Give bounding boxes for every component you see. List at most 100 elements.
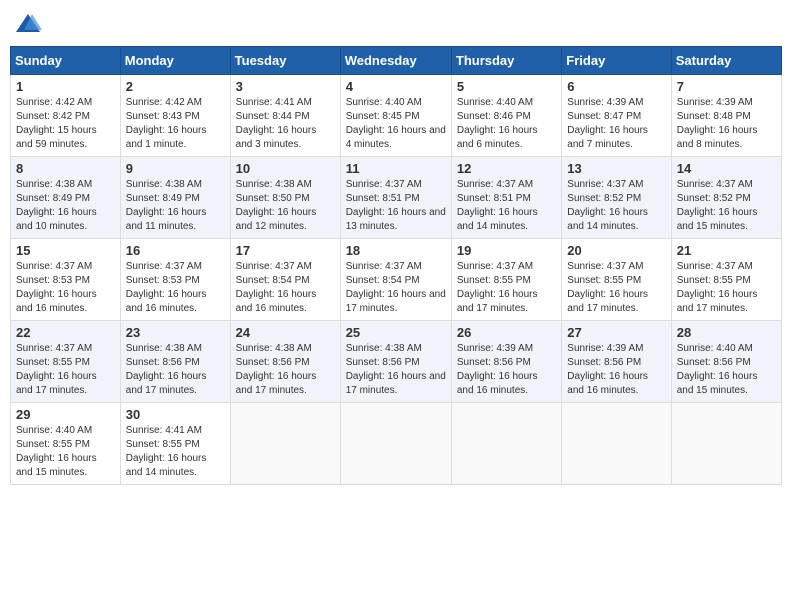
table-row: 20 Sunrise: 4:37 AMSunset: 8:55 PMDayligh… xyxy=(562,239,671,321)
table-row: 1 Sunrise: 4:42 AMSunset: 8:42 PMDaylight… xyxy=(11,75,121,157)
day-number: 27 xyxy=(567,325,665,340)
cell-info: Sunrise: 4:37 AMSunset: 8:51 PMDaylight:… xyxy=(346,179,446,232)
col-saturday: Saturday xyxy=(671,47,781,75)
table-row: 24 Sunrise: 4:38 AMSunset: 8:56 PMDayligh… xyxy=(230,321,340,403)
cell-info: Sunrise: 4:41 AMSunset: 8:44 PMDaylight:… xyxy=(236,97,317,150)
day-number: 3 xyxy=(236,79,335,94)
table-row xyxy=(340,403,451,485)
col-monday: Monday xyxy=(120,47,230,75)
table-row: 3 Sunrise: 4:41 AMSunset: 8:44 PMDaylight… xyxy=(230,75,340,157)
calendar-week-row: 15 Sunrise: 4:37 AMSunset: 8:53 PMDayligh… xyxy=(11,239,782,321)
table-row: 15 Sunrise: 4:37 AMSunset: 8:53 PMDayligh… xyxy=(11,239,121,321)
day-number: 11 xyxy=(346,161,446,176)
day-number: 9 xyxy=(126,161,225,176)
day-number: 6 xyxy=(567,79,665,94)
cell-info: Sunrise: 4:37 AMSunset: 8:52 PMDaylight:… xyxy=(677,179,758,232)
col-sunday: Sunday xyxy=(11,47,121,75)
cell-info: Sunrise: 4:38 AMSunset: 8:49 PMDaylight:… xyxy=(16,179,97,232)
cell-info: Sunrise: 4:38 AMSunset: 8:56 PMDaylight:… xyxy=(346,343,446,396)
day-number: 21 xyxy=(677,243,776,258)
table-row: 30 Sunrise: 4:41 AMSunset: 8:55 PMDayligh… xyxy=(120,403,230,485)
cell-info: Sunrise: 4:37 AMSunset: 8:55 PMDaylight:… xyxy=(677,261,758,314)
day-number: 8 xyxy=(16,161,115,176)
cell-info: Sunrise: 4:39 AMSunset: 8:48 PMDaylight:… xyxy=(677,97,758,150)
day-number: 23 xyxy=(126,325,225,340)
day-number: 10 xyxy=(236,161,335,176)
cell-info: Sunrise: 4:38 AMSunset: 8:56 PMDaylight:… xyxy=(126,343,207,396)
table-row: 4 Sunrise: 4:40 AMSunset: 8:45 PMDaylight… xyxy=(340,75,451,157)
table-row: 18 Sunrise: 4:37 AMSunset: 8:54 PMDayligh… xyxy=(340,239,451,321)
day-number: 24 xyxy=(236,325,335,340)
table-row: 28 Sunrise: 4:40 AMSunset: 8:56 PMDayligh… xyxy=(671,321,781,403)
cell-info: Sunrise: 4:37 AMSunset: 8:55 PMDaylight:… xyxy=(457,261,538,314)
table-row: 17 Sunrise: 4:37 AMSunset: 8:54 PMDayligh… xyxy=(230,239,340,321)
cell-info: Sunrise: 4:40 AMSunset: 8:45 PMDaylight:… xyxy=(346,97,446,150)
cell-info: Sunrise: 4:40 AMSunset: 8:56 PMDaylight:… xyxy=(677,343,758,396)
table-row xyxy=(562,403,671,485)
day-number: 30 xyxy=(126,407,225,422)
day-number: 4 xyxy=(346,79,446,94)
cell-info: Sunrise: 4:37 AMSunset: 8:54 PMDaylight:… xyxy=(346,261,446,314)
cell-info: Sunrise: 4:38 AMSunset: 8:49 PMDaylight:… xyxy=(126,179,207,232)
day-number: 13 xyxy=(567,161,665,176)
day-number: 7 xyxy=(677,79,776,94)
page-header xyxy=(10,10,782,38)
day-number: 18 xyxy=(346,243,446,258)
cell-info: Sunrise: 4:37 AMSunset: 8:54 PMDaylight:… xyxy=(236,261,317,314)
table-row: 22Sunrise: 4:37 AMSunset: 8:55 PMDayligh… xyxy=(11,321,121,403)
table-row: 19Sunrise: 4:37 AMSunset: 8:55 PMDayligh… xyxy=(451,239,561,321)
day-number: 20 xyxy=(567,243,665,258)
logo xyxy=(14,10,46,38)
day-number: 15 xyxy=(16,243,115,258)
calendar-header-row: Sunday Monday Tuesday Wednesday Thursday… xyxy=(11,47,782,75)
table-row: 12Sunrise: 4:37 AMSunset: 8:51 PMDayligh… xyxy=(451,157,561,239)
day-number: 12 xyxy=(457,161,556,176)
col-friday: Friday xyxy=(562,47,671,75)
table-row: 26 Sunrise: 4:39 AMSunset: 8:56 PMDayligh… xyxy=(451,321,561,403)
table-row: 29Sunrise: 4:40 AMSunset: 8:55 PMDayligh… xyxy=(11,403,121,485)
cell-info: Sunrise: 4:42 AMSunset: 8:42 PMDaylight:… xyxy=(16,97,97,150)
logo-icon xyxy=(14,10,42,38)
table-row: 5Sunrise: 4:40 AMSunset: 8:46 PMDaylight… xyxy=(451,75,561,157)
table-row: 6Sunrise: 4:39 AMSunset: 8:47 PMDaylight… xyxy=(562,75,671,157)
day-number: 2 xyxy=(126,79,225,94)
table-row: 14Sunrise: 4:37 AMSunset: 8:52 PMDayligh… xyxy=(671,157,781,239)
col-thursday: Thursday xyxy=(451,47,561,75)
cell-info: Sunrise: 4:39 AMSunset: 8:56 PMDaylight:… xyxy=(567,343,648,396)
table-row: 23 Sunrise: 4:38 AMSunset: 8:56 PMDayligh… xyxy=(120,321,230,403)
calendar-week-row: 29Sunrise: 4:40 AMSunset: 8:55 PMDayligh… xyxy=(11,403,782,485)
cell-info: Sunrise: 4:37 AMSunset: 8:55 PMDaylight:… xyxy=(16,343,97,396)
calendar-week-row: 1 Sunrise: 4:42 AMSunset: 8:42 PMDaylight… xyxy=(11,75,782,157)
day-number: 28 xyxy=(677,325,776,340)
day-number: 16 xyxy=(126,243,225,258)
day-number: 26 xyxy=(457,325,556,340)
cell-info: Sunrise: 4:38 AMSunset: 8:50 PMDaylight:… xyxy=(236,179,317,232)
cell-info: Sunrise: 4:41 AMSunset: 8:55 PMDaylight:… xyxy=(126,425,207,478)
cell-info: Sunrise: 4:42 AMSunset: 8:43 PMDaylight:… xyxy=(126,97,207,150)
day-number: 5 xyxy=(457,79,556,94)
table-row: 25 Sunrise: 4:38 AMSunset: 8:56 PMDayligh… xyxy=(340,321,451,403)
table-row xyxy=(671,403,781,485)
table-row: 27 Sunrise: 4:39 AMSunset: 8:56 PMDayligh… xyxy=(562,321,671,403)
col-wednesday: Wednesday xyxy=(340,47,451,75)
day-number: 17 xyxy=(236,243,335,258)
table-row: 2 Sunrise: 4:42 AMSunset: 8:43 PMDaylight… xyxy=(120,75,230,157)
col-tuesday: Tuesday xyxy=(230,47,340,75)
day-number: 25 xyxy=(346,325,446,340)
table-row xyxy=(230,403,340,485)
table-row: 8 Sunrise: 4:38 AMSunset: 8:49 PMDaylight… xyxy=(11,157,121,239)
cell-info: Sunrise: 4:38 AMSunset: 8:56 PMDaylight:… xyxy=(236,343,317,396)
calendar-week-row: 8 Sunrise: 4:38 AMSunset: 8:49 PMDaylight… xyxy=(11,157,782,239)
cell-info: Sunrise: 4:39 AMSunset: 8:56 PMDaylight:… xyxy=(457,343,538,396)
table-row: 7 Sunrise: 4:39 AMSunset: 8:48 PMDaylight… xyxy=(671,75,781,157)
cell-info: Sunrise: 4:37 AMSunset: 8:53 PMDaylight:… xyxy=(126,261,207,314)
cell-info: Sunrise: 4:40 AMSunset: 8:55 PMDaylight:… xyxy=(16,425,97,478)
cell-info: Sunrise: 4:37 AMSunset: 8:52 PMDaylight:… xyxy=(567,179,648,232)
table-row: 21 Sunrise: 4:37 AMSunset: 8:55 PMDayligh… xyxy=(671,239,781,321)
cell-info: Sunrise: 4:37 AMSunset: 8:53 PMDaylight:… xyxy=(16,261,97,314)
table-row xyxy=(451,403,561,485)
table-row: 11 Sunrise: 4:37 AMSunset: 8:51 PMDayligh… xyxy=(340,157,451,239)
cell-info: Sunrise: 4:37 AMSunset: 8:55 PMDaylight:… xyxy=(567,261,648,314)
day-number: 1 xyxy=(16,79,115,94)
table-row: 9 Sunrise: 4:38 AMSunset: 8:49 PMDaylight… xyxy=(120,157,230,239)
